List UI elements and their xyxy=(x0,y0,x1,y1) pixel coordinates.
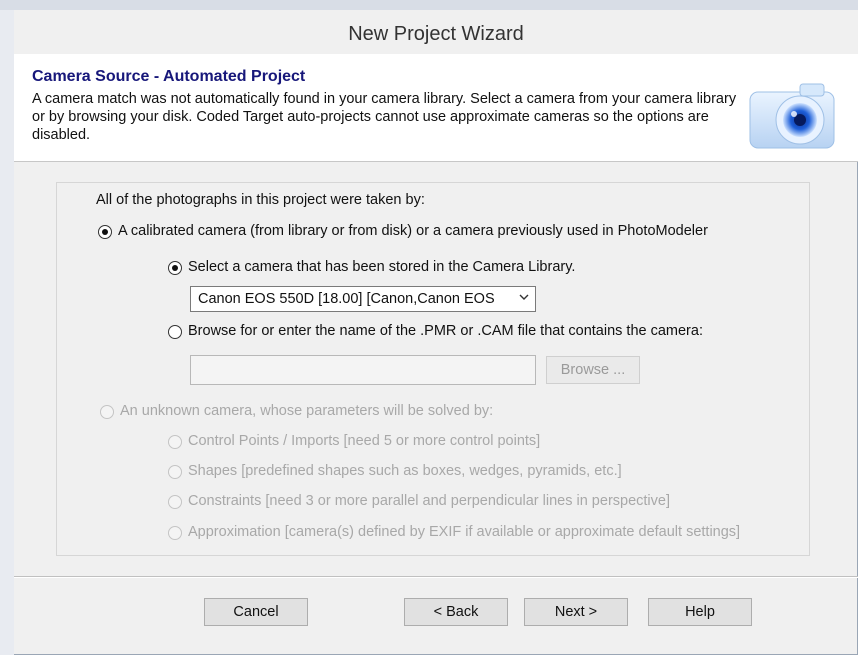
header-description: A camera match was not automatically fou… xyxy=(32,91,737,143)
camera-file-path-input[interactable] xyxy=(190,355,536,385)
camera-icon xyxy=(749,83,835,149)
approximation-radio[interactable] xyxy=(168,526,182,540)
constraints-radio[interactable] xyxy=(168,495,182,509)
help-button[interactable]: Help xyxy=(648,598,752,626)
control-points-radio[interactable] xyxy=(168,435,182,449)
back-button[interactable]: < Back xyxy=(404,598,508,626)
camera-select[interactable]: Canon EOS 550D [18.00] [Canon,Canon EOS xyxy=(190,286,536,312)
browse-button[interactable]: Browse ... xyxy=(546,356,640,384)
wizard-header: Camera Source - Automated Project A came… xyxy=(14,54,858,162)
unknown-camera-label[interactable]: An unknown camera, whose parameters will… xyxy=(120,403,493,419)
shapes-radio[interactable] xyxy=(168,465,182,479)
title-bar[interactable]: New Project Wizard xyxy=(14,10,858,54)
footer-divider-highlight xyxy=(14,577,858,578)
browse-file-radio[interactable] xyxy=(168,325,182,339)
camera-select-value: Canon EOS 550D [18.00] [Canon,Canon EOS xyxy=(198,291,495,307)
shapes-label[interactable]: Shapes [predefined shapes such as boxes,… xyxy=(188,463,622,479)
window-title: New Project Wizard xyxy=(348,23,524,45)
intro-label: All of the photographs in this project w… xyxy=(96,192,425,208)
browse-file-label[interactable]: Browse for or enter the name of the .PMR… xyxy=(188,323,703,339)
window-top-border xyxy=(0,0,858,10)
approximation-label[interactable]: Approximation [camera(s) defined by EXIF… xyxy=(188,524,740,540)
control-points-label[interactable]: Control Points / Imports [need 5 or more… xyxy=(188,433,540,449)
camera-library-label[interactable]: Select a camera that has been stored in … xyxy=(188,259,575,275)
calibrated-camera-label[interactable]: A calibrated camera (from library or fro… xyxy=(118,223,708,239)
chevron-down-icon xyxy=(519,294,529,300)
constraints-label[interactable]: Constraints [need 3 or more parallel and… xyxy=(188,493,670,509)
window-left-edge xyxy=(0,10,14,655)
cancel-button[interactable]: Cancel xyxy=(204,598,308,626)
header-title: Camera Source - Automated Project xyxy=(32,68,306,85)
unknown-camera-radio[interactable] xyxy=(100,405,114,419)
calibrated-camera-radio[interactable] xyxy=(98,225,112,239)
next-button[interactable]: Next > xyxy=(524,598,628,626)
camera-library-radio[interactable] xyxy=(168,261,182,275)
